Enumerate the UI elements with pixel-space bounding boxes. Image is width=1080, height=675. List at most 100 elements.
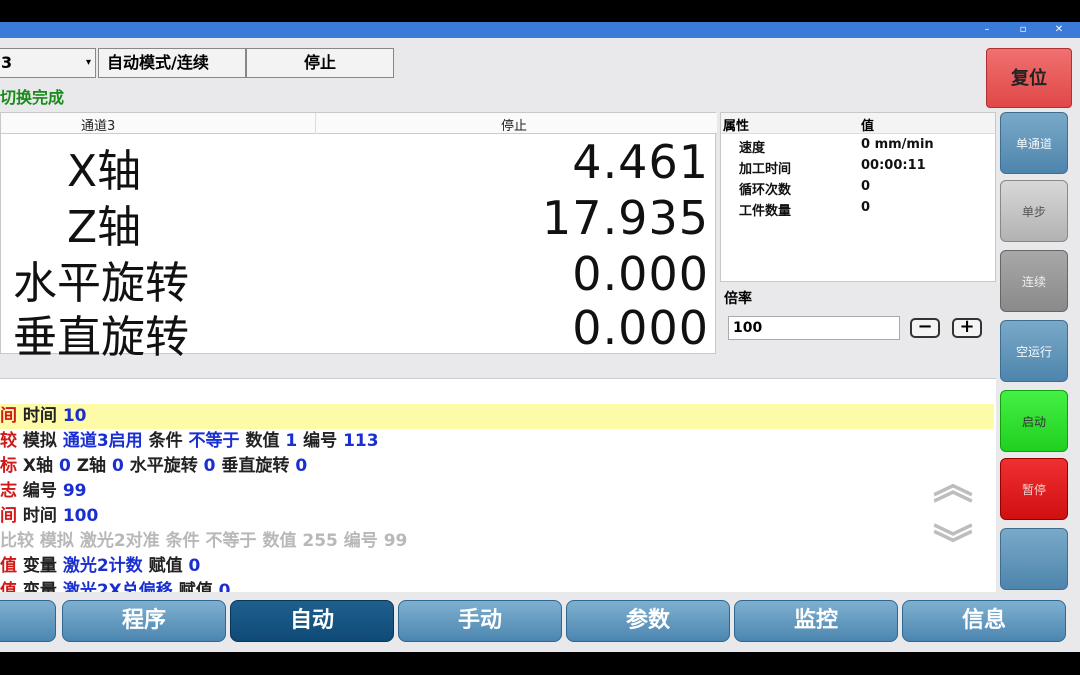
axis-header-channel: 通道3 <box>81 119 116 134</box>
command-text: X轴 <box>17 456 59 476</box>
command-value: 激光2对准 <box>79 531 160 551</box>
command-value: 0 <box>58 456 71 476</box>
channel-select[interactable]: 3 ▾ <box>0 48 96 78</box>
continuous-button[interactable]: 连续 <box>1000 250 1068 312</box>
property-row: 循环次数 0 <box>739 179 989 200</box>
program-line[interactable]: 间 时间 10 <box>0 404 994 429</box>
command-keyword: 间 <box>0 406 17 426</box>
properties-header: 属性 值 <box>721 113 995 134</box>
window-title-bar: – ▫ ✕ <box>0 22 1080 38</box>
blank-side-button[interactable] <box>1000 528 1068 590</box>
command-text: 赋值 <box>142 556 189 576</box>
command-value: 255 <box>302 531 338 551</box>
command-text: 变量 <box>17 556 63 576</box>
tab-信息[interactable]: 信息 <box>902 600 1066 642</box>
command-text: 水平旋转 <box>123 456 204 476</box>
property-value: 00:00:11 <box>861 158 926 173</box>
command-value: 0 <box>203 456 216 476</box>
command-text: 赋值 <box>172 581 219 592</box>
tab-手动[interactable]: 手动 <box>398 600 562 642</box>
tab-自动[interactable]: 自动 <box>230 600 394 642</box>
feed-rate-input[interactable]: 100 <box>728 316 900 340</box>
properties-header-attr: 属性 <box>723 119 750 134</box>
reset-button[interactable]: 复位 <box>986 48 1072 108</box>
property-value: 0 mm/min <box>861 137 934 152</box>
close-icon[interactable]: ✕ <box>1044 22 1074 38</box>
command-value: 1 <box>285 431 298 451</box>
axis-value-x: 4.461 <box>572 135 709 189</box>
command-value: 100 <box>62 506 99 526</box>
property-row: 加工时间 00:00:11 <box>739 158 989 179</box>
command-text: 变量 <box>17 581 63 592</box>
command-text: 编号 <box>297 431 344 451</box>
axis-name-vertical-rotation: 垂直旋转 <box>13 312 189 363</box>
header-divider <box>315 113 316 134</box>
tab-blank[interactable] <box>0 600 56 642</box>
command-text: Z轴 <box>70 456 112 476</box>
command-text: 数值 <box>239 431 286 451</box>
dry-run-button[interactable]: 空运行 <box>1000 320 1068 382</box>
tab-程序[interactable]: 程序 <box>62 600 226 642</box>
program-list[interactable]: 间 时间 10 较 模拟 通道3启用 条件 不等于 数值 1 编号 113 标 X轴… <box>0 378 996 592</box>
command-text: 编号 <box>17 481 63 501</box>
property-value: 0 <box>861 179 871 194</box>
scroll-up-icon[interactable]: ︽ <box>932 465 974 505</box>
mode-display: 自动模式/连续 <box>98 48 246 78</box>
command-keyword: 值 <box>0 556 17 576</box>
single-channel-button[interactable]: 单通道 <box>1000 112 1068 174</box>
single-step-button[interactable]: 单步 <box>1000 180 1068 242</box>
command-text: 条件 <box>159 531 206 551</box>
program-line[interactable]: 值 变量 激光2计数 赋值 0 <box>0 554 994 579</box>
property-value: 0 <box>861 200 871 215</box>
command-value: 激光2计数 <box>62 556 143 576</box>
tab-参数[interactable]: 参数 <box>566 600 730 642</box>
minimize-icon[interactable]: – <box>972 22 1002 38</box>
properties-panel: 属性 值 速度 0 mm/min 加工时间 00:00:11 循环次数 0 工件… <box>720 112 996 282</box>
maximize-icon[interactable]: ▫ <box>1008 22 1038 38</box>
feed-rate-label: 倍率 <box>724 291 752 307</box>
run-state-display: 停止 <box>246 48 394 78</box>
property-row: 工件数量 0 <box>739 200 989 221</box>
command-keyword: 值 <box>0 581 17 592</box>
start-button[interactable]: 启动 <box>1000 390 1068 452</box>
program-line[interactable]: 标 X轴 0 Z轴 0 水平旋转 0 垂直旋转 0 <box>0 454 994 479</box>
command-value: 不等于 <box>205 531 257 551</box>
scroll-down-icon[interactable]: ︾ <box>932 525 974 565</box>
pause-button[interactable]: 暂停 <box>1000 458 1068 520</box>
axis-header-state: 停止 <box>501 119 528 134</box>
axis-name-x: X轴 <box>67 146 142 197</box>
command-keyword: 志 <box>0 481 17 501</box>
program-line[interactable]: 较 模拟 通道3启用 条件 不等于 数值 1 编号 113 <box>0 429 994 454</box>
property-name: 循环次数 <box>739 183 792 198</box>
axis-value-z: 17.935 <box>542 191 709 245</box>
property-name: 加工时间 <box>739 162 792 177</box>
command-value: 113 <box>343 431 379 451</box>
feed-rate-panel: 倍率 100 − + <box>720 284 996 350</box>
axis-position-panel: 通道3 停止 X轴 4.461 Z轴 17.935 水平旋转 0.000 垂直旋… <box>0 112 717 363</box>
command-keyword: 标 <box>0 456 17 476</box>
command-keyword: 较 <box>0 431 17 451</box>
command-value: 不等于 <box>188 431 240 451</box>
cnc-main-window: 3 ▾ 自动模式/连续 停止 切换完成 复位 通道3 停止 X轴 4.461 Z… <box>0 38 1080 652</box>
program-line[interactable]: 志 编号 99 <box>0 479 994 504</box>
program-line[interactable]: 间 时间 100 <box>0 504 994 529</box>
program-line[interactable]: 比较 模拟 激光2对准 条件 不等于 数值 255 编号 99 <box>0 529 994 554</box>
program-line[interactable]: 值 变量 激光2X总偏移 赋值 0 <box>0 579 994 592</box>
tab-监控[interactable]: 监控 <box>734 600 898 642</box>
dropdown-arrow-icon: ▾ <box>85 57 91 68</box>
status-message: 切换完成 <box>0 88 65 107</box>
property-name: 速度 <box>739 141 766 156</box>
command-text: 模拟 <box>34 531 80 551</box>
command-value: 99 <box>383 531 408 551</box>
command-text: 条件 <box>142 431 189 451</box>
command-value: 10 <box>62 406 87 426</box>
rate-decrease-button[interactable]: − <box>910 318 940 338</box>
command-value: 99 <box>62 481 87 501</box>
properties-header-value: 值 <box>861 119 875 134</box>
rate-increase-button[interactable]: + <box>952 318 982 338</box>
command-value: 0 <box>295 456 308 476</box>
command-text: 时间 <box>17 506 63 526</box>
command-value: 0 <box>218 581 231 592</box>
channel-select-value: 3 <box>1 53 13 72</box>
property-row: 速度 0 mm/min <box>739 137 989 158</box>
